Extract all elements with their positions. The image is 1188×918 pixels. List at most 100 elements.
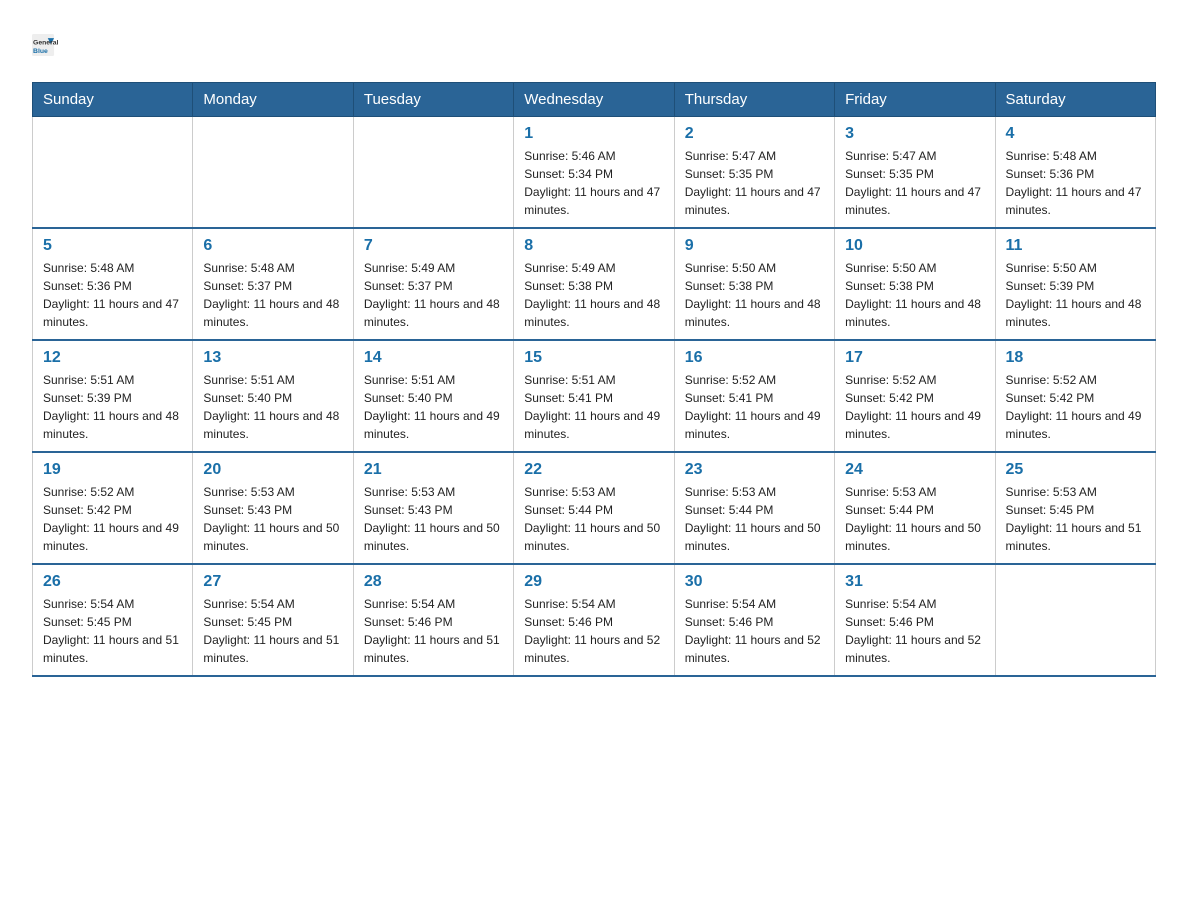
calendar-cell: 8 Sunrise: 5:49 AM Sunset: 5:38 PM Daylig…	[514, 228, 674, 340]
day-number: 9	[685, 237, 824, 255]
calendar-cell: 19 Sunrise: 5:52 AM Sunset: 5:42 PM Dayli…	[33, 452, 193, 564]
calendar-cell	[33, 117, 193, 229]
day-number: 30	[685, 573, 824, 591]
day-number: 2	[685, 125, 824, 143]
day-number: 12	[43, 349, 182, 367]
day-number: 1	[524, 125, 663, 143]
header: General Blue	[32, 24, 1156, 66]
day-number: 3	[845, 125, 984, 143]
day-info: Sunrise: 5:50 AM Sunset: 5:39 PM Dayligh…	[1006, 259, 1145, 331]
calendar-cell: 10Sunrise: 5:50 AM Sunset: 5:38 PM Dayli…	[835, 228, 995, 340]
day-header-tuesday: Tuesday	[353, 83, 513, 117]
calendar-cell: 15 Sunrise: 5:51 AM Sunset: 5:41 PM Dayli…	[514, 340, 674, 452]
day-info: Sunrise: 5:51 AM Sunset: 5:40 PM Dayligh…	[203, 371, 342, 443]
day-number: 14	[364, 349, 503, 367]
day-header-saturday: Saturday	[995, 83, 1155, 117]
day-number: 8	[524, 237, 663, 255]
day-info: Sunrise: 5:48 AM Sunset: 5:37 PM Dayligh…	[203, 259, 342, 331]
day-number: 5	[43, 237, 182, 255]
calendar-cell	[995, 564, 1155, 676]
day-header-thursday: Thursday	[674, 83, 834, 117]
day-number: 24	[845, 461, 984, 479]
calendar-cell: 2Sunrise: 5:47 AM Sunset: 5:35 PM Daylig…	[674, 117, 834, 229]
calendar-cell: 17 Sunrise: 5:52 AM Sunset: 5:42 PM Dayli…	[835, 340, 995, 452]
day-info: Sunrise: 5:54 AM Sunset: 5:46 PM Dayligh…	[524, 595, 663, 667]
week-row-2: 5Sunrise: 5:48 AM Sunset: 5:36 PM Daylig…	[33, 228, 1156, 340]
calendar-cell: 11 Sunrise: 5:50 AM Sunset: 5:39 PM Dayli…	[995, 228, 1155, 340]
calendar-cell: 24 Sunrise: 5:53 AM Sunset: 5:44 PM Dayli…	[835, 452, 995, 564]
day-number: 7	[364, 237, 503, 255]
day-number: 11	[1006, 237, 1145, 255]
calendar-table: SundayMondayTuesdayWednesdayThursdayFrid…	[32, 82, 1156, 677]
day-number: 18	[1006, 349, 1145, 367]
day-number: 31	[845, 573, 984, 591]
day-info: Sunrise: 5:51 AM Sunset: 5:39 PM Dayligh…	[43, 371, 182, 443]
week-row-5: 26 Sunrise: 5:54 AM Sunset: 5:45 PM Dayli…	[33, 564, 1156, 676]
day-info: Sunrise: 5:48 AM Sunset: 5:36 PM Dayligh…	[1006, 147, 1145, 219]
days-of-week-row: SundayMondayTuesdayWednesdayThursdayFrid…	[33, 83, 1156, 117]
calendar-cell: 9 Sunrise: 5:50 AM Sunset: 5:38 PM Daylig…	[674, 228, 834, 340]
day-header-monday: Monday	[193, 83, 353, 117]
calendar-cell: 22Sunrise: 5:53 AM Sunset: 5:44 PM Dayli…	[514, 452, 674, 564]
week-row-4: 19 Sunrise: 5:52 AM Sunset: 5:42 PM Dayli…	[33, 452, 1156, 564]
day-number: 26	[43, 573, 182, 591]
day-number: 22	[524, 461, 663, 479]
calendar-cell: 25 Sunrise: 5:53 AM Sunset: 5:45 PM Dayli…	[995, 452, 1155, 564]
day-info: Sunrise: 5:47 AM Sunset: 5:35 PM Dayligh…	[845, 147, 984, 219]
day-number: 6	[203, 237, 342, 255]
day-info: Sunrise: 5:54 AM Sunset: 5:45 PM Dayligh…	[43, 595, 182, 667]
calendar-cell: 16 Sunrise: 5:52 AM Sunset: 5:41 PM Dayli…	[674, 340, 834, 452]
day-number: 21	[364, 461, 503, 479]
calendar-cell: 23 Sunrise: 5:53 AM Sunset: 5:44 PM Dayli…	[674, 452, 834, 564]
calendar-cell: 12 Sunrise: 5:51 AM Sunset: 5:39 PM Dayli…	[33, 340, 193, 452]
logo-svg: General Blue	[32, 24, 74, 66]
day-number: 28	[364, 573, 503, 591]
day-number: 23	[685, 461, 824, 479]
day-info: Sunrise: 5:52 AM Sunset: 5:42 PM Dayligh…	[845, 371, 984, 443]
day-info: Sunrise: 5:54 AM Sunset: 5:45 PM Dayligh…	[203, 595, 342, 667]
day-info: Sunrise: 5:52 AM Sunset: 5:42 PM Dayligh…	[1006, 371, 1145, 443]
day-number: 4	[1006, 125, 1145, 143]
calendar-cell: 21 Sunrise: 5:53 AM Sunset: 5:43 PM Dayli…	[353, 452, 513, 564]
calendar-cell: 27 Sunrise: 5:54 AM Sunset: 5:45 PM Dayli…	[193, 564, 353, 676]
calendar-cell: 30 Sunrise: 5:54 AM Sunset: 5:46 PM Dayli…	[674, 564, 834, 676]
day-info: Sunrise: 5:54 AM Sunset: 5:46 PM Dayligh…	[364, 595, 503, 667]
day-number: 15	[524, 349, 663, 367]
day-header-sunday: Sunday	[33, 83, 193, 117]
day-info: Sunrise: 5:50 AM Sunset: 5:38 PM Dayligh…	[685, 259, 824, 331]
day-info: Sunrise: 5:49 AM Sunset: 5:38 PM Dayligh…	[524, 259, 663, 331]
calendar-cell: 3 Sunrise: 5:47 AM Sunset: 5:35 PM Daylig…	[835, 117, 995, 229]
day-info: Sunrise: 5:53 AM Sunset: 5:45 PM Dayligh…	[1006, 483, 1145, 555]
day-number: 16	[685, 349, 824, 367]
calendar-cell: 6 Sunrise: 5:48 AM Sunset: 5:37 PM Daylig…	[193, 228, 353, 340]
day-number: 25	[1006, 461, 1145, 479]
calendar-cell: 31 Sunrise: 5:54 AM Sunset: 5:46 PM Dayli…	[835, 564, 995, 676]
day-info: Sunrise: 5:52 AM Sunset: 5:42 PM Dayligh…	[43, 483, 182, 555]
day-number: 27	[203, 573, 342, 591]
day-info: Sunrise: 5:49 AM Sunset: 5:37 PM Dayligh…	[364, 259, 503, 331]
calendar-body: 1 Sunrise: 5:46 AM Sunset: 5:34 PM Daylig…	[33, 117, 1156, 677]
calendar-cell: 13 Sunrise: 5:51 AM Sunset: 5:40 PM Dayli…	[193, 340, 353, 452]
day-info: Sunrise: 5:51 AM Sunset: 5:41 PM Dayligh…	[524, 371, 663, 443]
svg-text:Blue: Blue	[33, 48, 48, 55]
day-info: Sunrise: 5:53 AM Sunset: 5:44 PM Dayligh…	[845, 483, 984, 555]
calendar-cell: 4 Sunrise: 5:48 AM Sunset: 5:36 PM Daylig…	[995, 117, 1155, 229]
calendar-cell: 14 Sunrise: 5:51 AM Sunset: 5:40 PM Dayli…	[353, 340, 513, 452]
day-info: Sunrise: 5:46 AM Sunset: 5:34 PM Dayligh…	[524, 147, 663, 219]
day-number: 17	[845, 349, 984, 367]
day-number: 19	[43, 461, 182, 479]
day-number: 20	[203, 461, 342, 479]
day-info: Sunrise: 5:51 AM Sunset: 5:40 PM Dayligh…	[364, 371, 503, 443]
day-number: 13	[203, 349, 342, 367]
calendar-cell: 28 Sunrise: 5:54 AM Sunset: 5:46 PM Dayli…	[353, 564, 513, 676]
calendar-cell: 1 Sunrise: 5:46 AM Sunset: 5:34 PM Daylig…	[514, 117, 674, 229]
logo: General Blue	[32, 24, 74, 66]
day-info: Sunrise: 5:52 AM Sunset: 5:41 PM Dayligh…	[685, 371, 824, 443]
day-info: Sunrise: 5:53 AM Sunset: 5:43 PM Dayligh…	[364, 483, 503, 555]
svg-text:General: General	[33, 39, 58, 46]
calendar-cell: 5Sunrise: 5:48 AM Sunset: 5:36 PM Daylig…	[33, 228, 193, 340]
calendar-cell	[193, 117, 353, 229]
day-info: Sunrise: 5:54 AM Sunset: 5:46 PM Dayligh…	[845, 595, 984, 667]
day-info: Sunrise: 5:54 AM Sunset: 5:46 PM Dayligh…	[685, 595, 824, 667]
day-info: Sunrise: 5:53 AM Sunset: 5:44 PM Dayligh…	[685, 483, 824, 555]
